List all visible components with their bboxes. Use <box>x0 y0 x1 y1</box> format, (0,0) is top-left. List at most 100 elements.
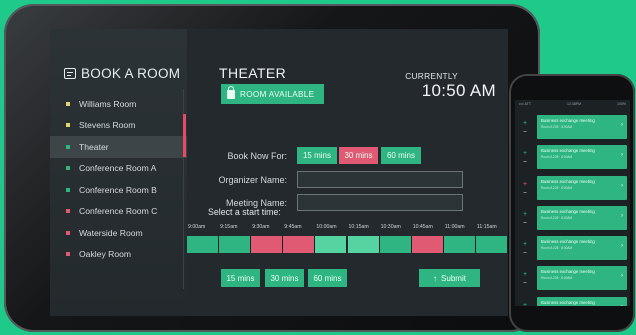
phone-status-bar: •••• ATT 12:38PM 100% <box>515 100 630 109</box>
time-picker: 9:00am 9:15am 9:30am 9:45am 10:00am 10:15am 10… <box>187 224 508 258</box>
meeting-side: +▬ <box>515 144 535 170</box>
meeting-side: +▬ <box>515 175 535 201</box>
meeting-card[interactable]: Business exchange meetingRoom A 228 · 8:… <box>537 175 627 200</box>
sidebar-room-item[interactable]: Conference Room B <box>50 179 187 201</box>
organizer-name-input[interactable] <box>297 171 463 188</box>
sidebar-room-item[interactable]: Conference Room C <box>50 201 187 223</box>
room-status-dot-icon <box>66 144 70 149</box>
duration-30-button[interactable]: 30 mins <box>265 269 304 287</box>
meeting-list-item[interactable]: +▬Business exchange meetingRoom A 228 · … <box>515 296 630 306</box>
meeting-title: Business exchange meeting <box>541 269 595 275</box>
organizer-label: Organizer Name: <box>218 175 287 185</box>
duration-60-button[interactable]: 60 mins <box>308 269 347 287</box>
plus-icon[interactable]: + <box>523 211 527 218</box>
plus-icon[interactable]: + <box>523 181 527 188</box>
app-brand-label: BOOK A ROOM <box>81 66 181 81</box>
start-time-label: Select a start time: <box>208 207 281 217</box>
room-status-dot-icon <box>66 230 70 235</box>
meeting-title: Business exchange meeting <box>541 118 595 123</box>
day-marker: ▬ <box>523 250 527 255</box>
time-tick-label: 9:30am <box>252 224 270 230</box>
meeting-list-item[interactable]: +▬Business exchange meetingRoom A 228 · … <box>515 205 630 233</box>
chevron-right-icon: › <box>621 273 623 280</box>
app-brand: BOOK A ROOM <box>64 66 180 81</box>
meeting-card[interactable]: Business exchange meetingRoom A 228 · 8:… <box>537 266 627 291</box>
day-marker: ▬ <box>523 129 527 133</box>
sidebar-room-item[interactable]: Williams Room <box>50 93 187 115</box>
phone-screen: •••• ATT 12:38PM 100% + ▬ Business exchang… <box>515 100 630 306</box>
meeting-list-item[interactable]: + ▬ Business exchange meetingRoom A 228 · … <box>515 265 630 293</box>
plus-icon[interactable]: + <box>523 150 527 157</box>
carrier: •••• ATT <box>519 102 532 106</box>
meeting-title: Business exchange meeting <box>541 178 595 184</box>
book-60-button[interactable]: 60 mins <box>381 147 421 164</box>
meeting-title: Business exchange meeting <box>541 299 595 305</box>
plus-icon[interactable]: + <box>523 302 527 306</box>
time-slot[interactable] <box>475 236 508 253</box>
submit-button[interactable]: ↑ Submit <box>419 269 480 287</box>
meeting-title: Business exchange meeting <box>541 208 595 214</box>
chevron-right-icon: › <box>621 122 623 128</box>
meeting-card[interactable]: Business exchange meetingRoom A 228 · 8:… <box>537 236 627 261</box>
room-status-dot-icon <box>66 209 70 214</box>
meeting-side: +▬ <box>515 296 535 306</box>
book-30-button[interactable]: 30 mins <box>339 147 378 164</box>
meeting-name-input[interactable] <box>297 194 463 211</box>
currently-label: CURRENTLY <box>405 71 458 81</box>
time-slot[interactable] <box>251 236 284 253</box>
time-slot[interactable] <box>219 236 252 253</box>
meeting-list-item[interactable]: +▬Business exchange meetingRoom A 228 · … <box>515 144 630 172</box>
room-label: Oakley Room <box>79 249 132 260</box>
time-tick-label: 10:30am <box>380 224 401 230</box>
meeting-list-item[interactable]: +▬Business exchange meetingRoom A 228 · … <box>515 175 630 203</box>
time-slot[interactable] <box>315 236 348 253</box>
meeting-side: +▬ <box>515 114 535 140</box>
meeting-list-item[interactable]: + ▬ Business exchange meetingRoom A 228 · … <box>515 235 630 263</box>
room-status-label: ROOM AVAILABLE <box>240 89 315 99</box>
meeting-subtitle: Room A 228 · 8:00AM <box>541 246 573 251</box>
time-slot[interactable] <box>187 236 220 253</box>
booking-panel: THEATER ROOM AVAILABLE CURRENTLY 10:50 A… <box>187 29 508 316</box>
calendar-icon <box>64 68 76 79</box>
room-label: Waterside Room <box>79 227 143 238</box>
room-status-dot-icon <box>66 166 70 171</box>
sidebar-room-item[interactable]: Oakley Room <box>50 244 187 266</box>
time-tick-label: 11:00am <box>444 224 465 230</box>
sidebar-room-item[interactable]: Theater <box>50 136 187 158</box>
day-marker: ▬ <box>523 280 527 285</box>
book-now-label: Book Now For: <box>227 151 287 161</box>
plus-icon[interactable]: + <box>523 271 527 278</box>
room-title: THEATER <box>219 65 287 81</box>
chevron-right-icon: › <box>621 152 623 159</box>
plus-icon[interactable]: + <box>523 120 527 127</box>
meeting-card[interactable]: Business exchange meetingRoom A 228 · 8:… <box>537 205 627 230</box>
room-label: Williams Room <box>79 98 137 109</box>
meeting-subtitle: Room A 228 · 8:00AM <box>541 155 573 160</box>
sidebar-room-item[interactable]: Stevens Room <box>50 115 187 137</box>
time-tick-label: 10:15am <box>348 224 369 230</box>
meeting-subtitle: Room A 228 · 8:00AM <box>541 125 573 129</box>
time-tick-label: 10:45am <box>412 224 433 230</box>
time-slot[interactable] <box>379 236 412 253</box>
plus-icon[interactable]: + <box>523 241 527 248</box>
time-tick-label: 10:00am <box>316 224 337 230</box>
time-slot[interactable] <box>411 236 444 253</box>
book-15-button[interactable]: 15 mins <box>297 147 337 164</box>
meeting-card[interactable]: Business exchange meetingRoom A 228 · 8:… <box>537 296 627 306</box>
time-slot[interactable] <box>443 236 476 253</box>
meeting-card[interactable]: Business exchange meetingRoom A 228 · 8:… <box>537 145 627 170</box>
time-slot[interactable] <box>283 236 316 253</box>
duration-15-button[interactable]: 15 mins <box>221 269 260 287</box>
sidebar: BOOK A ROOM Williams Room Stevens Room The… <box>50 29 187 316</box>
sidebar-room-item[interactable]: Conference Room A <box>50 158 187 180</box>
tablet-device: BOOK A ROOM Williams Room Stevens Room The… <box>4 4 540 332</box>
sidebar-room-item[interactable]: Waterside Room <box>50 222 187 244</box>
chevron-right-icon: › <box>621 212 623 219</box>
time-slot[interactable] <box>347 236 380 253</box>
arrow-up-icon: ↑ <box>433 273 438 283</box>
meeting-list: + ▬ Business exchange meeting Room A 228 · … <box>515 114 630 306</box>
lock-icon <box>227 85 235 99</box>
meeting-card[interactable]: Business exchange meeting Room A 228 · 8:… <box>537 115 627 139</box>
meeting-list-item[interactable]: +▬Business exchange meetingRoom A 228 · … <box>515 114 630 142</box>
room-label: Stevens Room <box>79 120 136 131</box>
